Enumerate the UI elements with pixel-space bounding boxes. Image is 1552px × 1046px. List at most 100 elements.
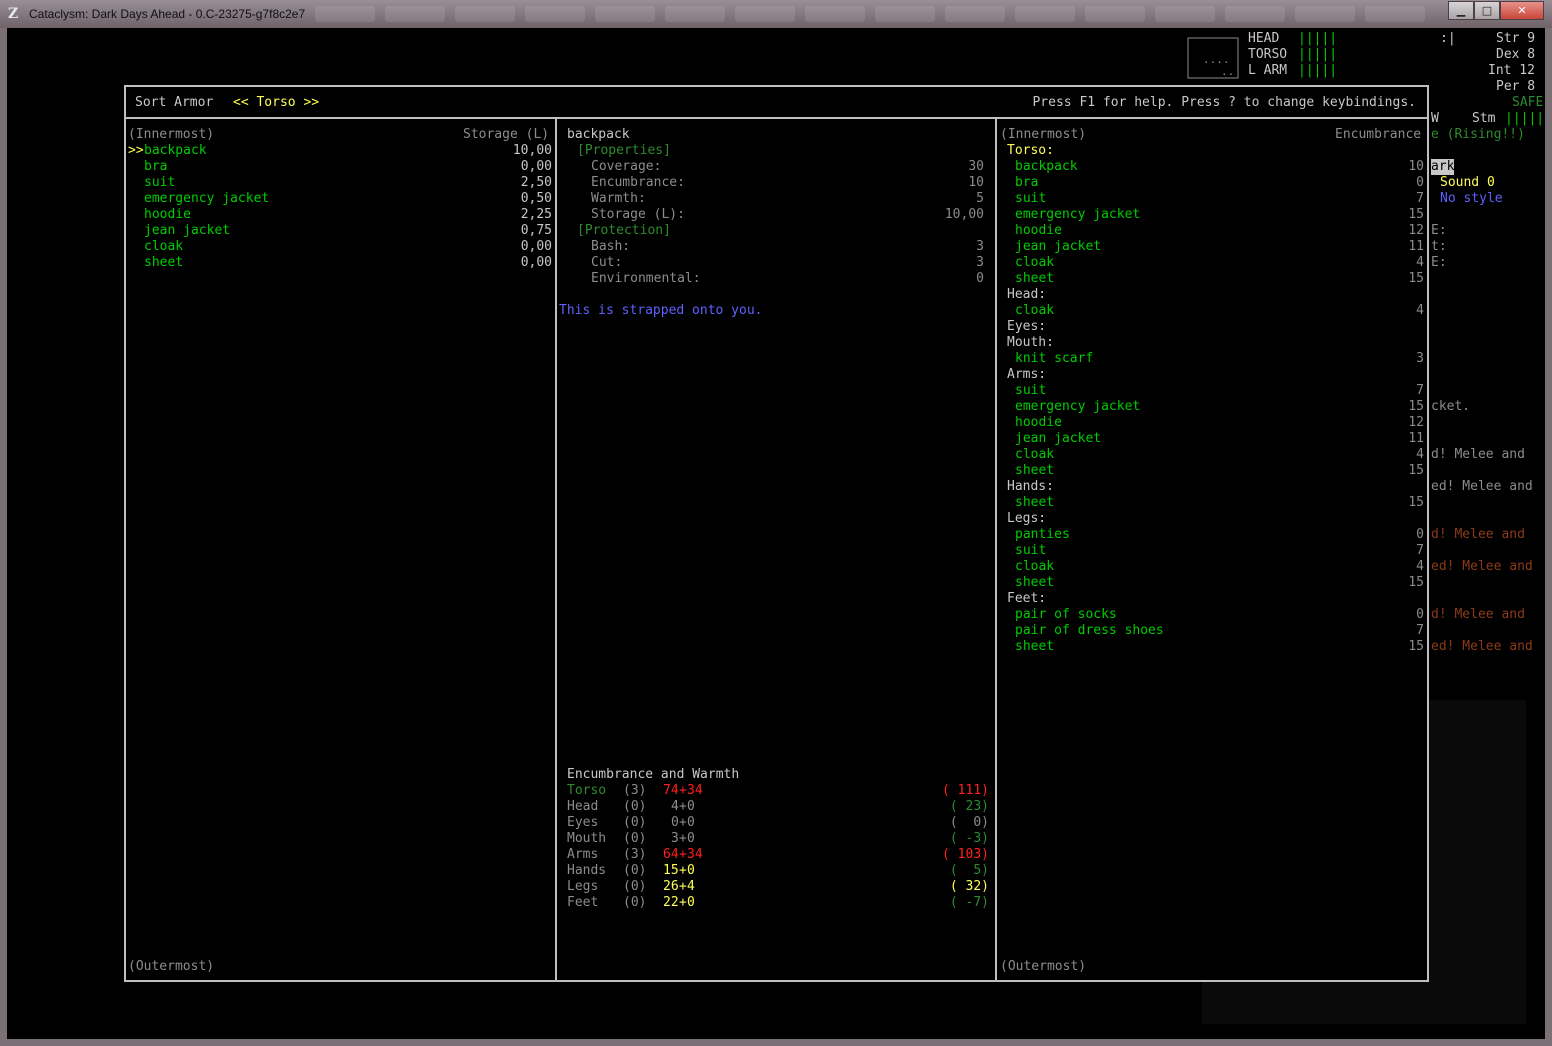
layer-item[interactable]: bra — [144, 159, 167, 175]
storage-value: 0,50 — [520, 191, 552, 206]
worn-item[interactable]: backpack — [1015, 159, 1078, 175]
item-encumbrance: 15 — [1408, 207, 1424, 222]
minimize-button[interactable]: ▁ — [1448, 1, 1474, 20]
taskbar-ghost-item — [1155, 6, 1215, 22]
taskbar-ghost-item — [385, 6, 445, 22]
worn-item[interactable]: bra — [1015, 175, 1038, 191]
layer-item[interactable]: hoodie — [144, 207, 191, 223]
taskbar-ghost-item — [665, 6, 725, 22]
window-border-bottom — [0, 1039, 1552, 1046]
worn-item[interactable]: hoodie — [1015, 415, 1062, 431]
layer-item[interactable]: cloak — [144, 239, 183, 255]
storage-value: 0,00 — [520, 159, 552, 174]
property-value: 5 — [976, 191, 984, 206]
item-encumbrance: 7 — [1416, 543, 1424, 558]
hud-w-label: W — [1431, 111, 1439, 126]
taskbar-ghost-item — [1085, 6, 1145, 22]
enc-layers: (0) — [623, 831, 647, 846]
hud-head-label: HEAD — [1248, 31, 1280, 46]
item-encumbrance: 12 — [1408, 223, 1424, 238]
worn-item[interactable]: pair of dress shoes — [1015, 623, 1164, 639]
enc-layers: (0) — [623, 815, 647, 830]
hud-rising: e (Rising!!) — [1431, 127, 1525, 142]
enc-plus: + — [679, 783, 687, 798]
worn-item[interactable]: sheet — [1015, 495, 1054, 511]
worn-item[interactable]: sheet — [1015, 271, 1054, 287]
game-screen[interactable]: .... .. HEAD ||||| TORSO ||||| L ARM |||… — [7, 28, 1545, 1039]
dialog-title: Sort Armor — [135, 95, 214, 110]
enc-layers: (3) — [623, 783, 647, 798]
enc-bodypart: Eyes — [567, 815, 599, 830]
item-encumbrance: 15 — [1408, 639, 1424, 654]
item-encumbrance: 4 — [1416, 447, 1424, 462]
hud-stm-bar: ||||| — [1505, 111, 1545, 126]
taskbar-ghost-item — [1365, 6, 1425, 22]
bodypart-heading: Torso: — [1007, 143, 1054, 158]
encumbrance-header: Encumbrance — [1335, 127, 1422, 142]
log-message: d! Melee and — [1431, 447, 1525, 462]
safe-mode-indicator: SAFE — [1512, 95, 1544, 110]
worn-item[interactable]: cloak — [1015, 447, 1054, 463]
window-border-right — [1545, 28, 1552, 1046]
item-encumbrance: 11 — [1408, 239, 1424, 254]
worn-item[interactable]: knit scarf — [1015, 351, 1093, 367]
selection-cursor: >> — [128, 143, 144, 158]
worn-item[interactable]: hoodie — [1015, 223, 1062, 239]
enc-layer-penalty: 0 — [687, 799, 695, 814]
hud-sidebar-t: t: — [1431, 239, 1447, 254]
worn-item[interactable]: suit — [1015, 383, 1046, 399]
enc-bodypart: Torso — [567, 783, 607, 798]
item-encumbrance: 11 — [1408, 431, 1424, 446]
enc-value: 26 — [663, 879, 679, 894]
encumbrance-warmth-header: Encumbrance and Warmth — [567, 767, 740, 782]
left-outermost-label: (Outermost) — [128, 959, 215, 974]
enc-value: 3 — [671, 831, 679, 846]
title-bar[interactable]: Z Cataclysm: Dark Days Ahead - 0.C-23275… — [0, 0, 1552, 29]
item-encumbrance: 7 — [1416, 383, 1424, 398]
worn-item[interactable]: jean jacket — [1015, 239, 1101, 255]
worn-item[interactable]: pair of socks — [1015, 607, 1117, 623]
stat-str: Str 9 — [1496, 31, 1536, 46]
taskbar-ghost-item — [945, 6, 1005, 22]
maximize-button[interactable]: □ — [1474, 1, 1500, 20]
enc-value: 4 — [671, 799, 679, 814]
protection-label: Environmental: — [591, 271, 701, 286]
close-button[interactable]: ✕ — [1500, 1, 1544, 20]
protection-value: 3 — [976, 239, 984, 254]
item-name: backpack — [567, 127, 630, 142]
worn-item[interactable]: emergency jacket — [1015, 399, 1140, 415]
worn-item[interactable]: sheet — [1015, 575, 1054, 591]
property-label: Coverage: — [591, 159, 662, 174]
worn-item[interactable]: cloak — [1015, 255, 1054, 271]
layer-item[interactable]: emergency jacket — [144, 191, 269, 207]
worn-item[interactable]: sheet — [1015, 639, 1054, 655]
layer-item[interactable]: suit — [144, 175, 175, 191]
worn-item[interactable]: jean jacket — [1015, 431, 1101, 447]
enc-plus: + — [679, 831, 687, 846]
worn-item[interactable]: cloak — [1015, 303, 1054, 319]
worn-item[interactable]: panties — [1015, 527, 1070, 543]
layer-item[interactable]: sheet — [144, 255, 183, 271]
item-encumbrance: 0 — [1416, 527, 1424, 542]
taskbar-ghost-item — [595, 6, 655, 22]
worn-item[interactable]: suit — [1015, 543, 1046, 559]
hud-stm-label: Stm — [1472, 111, 1496, 126]
item-encumbrance: 4 — [1416, 255, 1424, 270]
layer-item[interactable]: jean jacket — [144, 223, 230, 239]
layer-item[interactable]: backpack — [144, 143, 207, 159]
worn-item[interactable]: sheet — [1015, 463, 1054, 479]
warmth-value: ( -7) — [949, 895, 989, 910]
hud-torso-bar: ||||| — [1298, 47, 1338, 62]
worn-item[interactable]: emergency jacket — [1015, 207, 1140, 223]
item-encumbrance: 15 — [1408, 575, 1424, 590]
svg-text:..: .. — [1221, 65, 1234, 78]
enc-layers: (0) — [623, 799, 647, 814]
worn-item[interactable]: cloak — [1015, 559, 1054, 575]
properties-header: [Properties] — [577, 143, 671, 158]
worn-item[interactable]: suit — [1015, 191, 1046, 207]
category-selector[interactable]: << Torso >> — [233, 95, 319, 111]
item-encumbrance: 4 — [1416, 303, 1424, 318]
hud-sidebar-e2: E: — [1431, 255, 1447, 270]
enc-bodypart: Feet — [567, 895, 599, 910]
storage-value: 0,75 — [520, 223, 552, 238]
